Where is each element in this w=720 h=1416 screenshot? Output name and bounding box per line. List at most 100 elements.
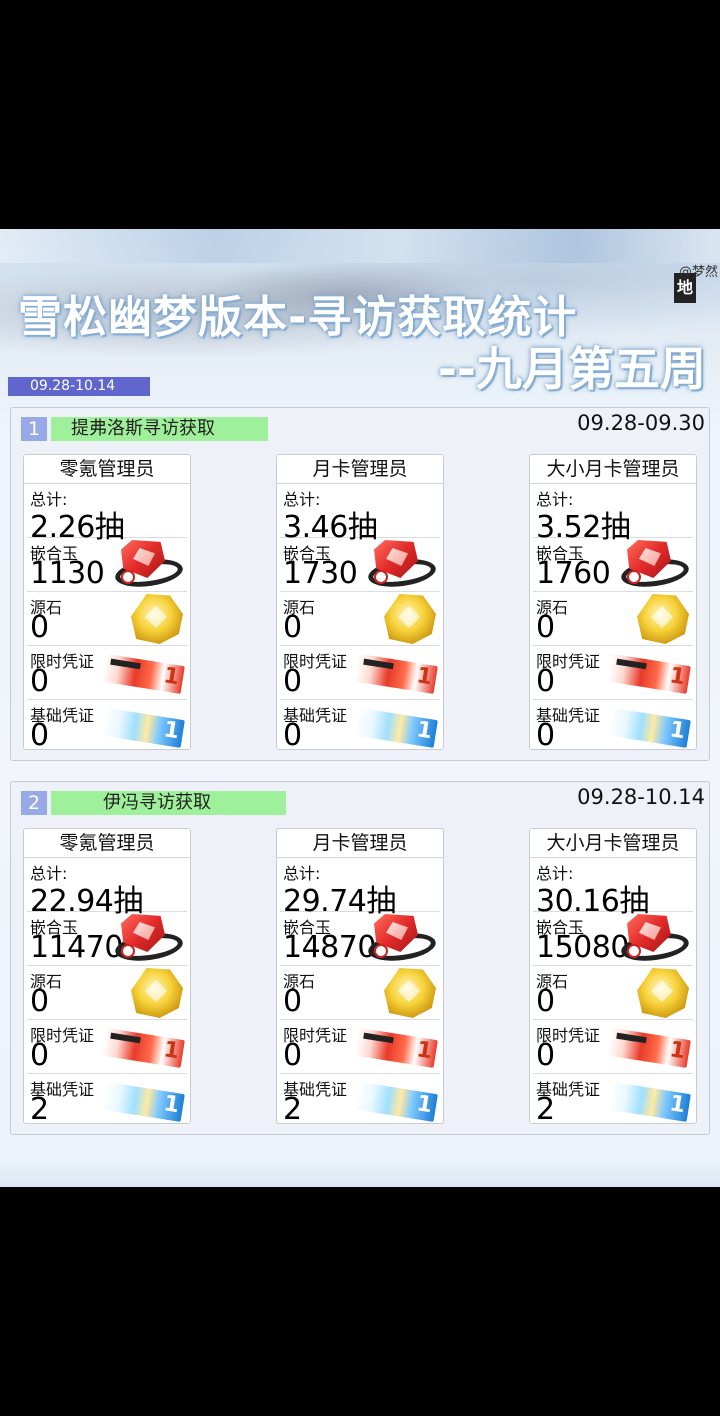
orundum-value: 1730 [283, 556, 358, 591]
account-column: 大小月卡管理员 总计: 30.16抽 嵌合玉 15080 源石 0 限时凭证 0 1 基础凭证 2 1 [529, 828, 697, 1127]
basic-voucher-row: 基础凭证 0 1 [533, 700, 693, 753]
limited-voucher-row: 限时凭证 0 1 [280, 1020, 440, 1074]
orundum-row: 嵌合玉 15080 [533, 912, 693, 966]
basic-voucher-icon: 1 [101, 704, 188, 754]
basic-voucher-value: 0 [30, 718, 49, 753]
total-row: 总计: 3.52抽 [533, 484, 693, 545]
column-title: 零氪管理员 [24, 829, 190, 858]
total-row: 总计: 2.26抽 [27, 484, 187, 545]
orundum-value: 15080 [536, 930, 629, 965]
originite-prime-icon [129, 968, 185, 1018]
basic-voucher-row: 基础凭证 2 1 [280, 1074, 440, 1127]
limited-voucher-row: 限时凭证 0 1 [280, 646, 440, 700]
section-title: 提弗洛斯寻访获取 [51, 417, 268, 441]
account-column: 月卡管理员 总计: 3.46抽 嵌合玉 1730 源石 0 限时凭证 0 1 基础凭证 0 1 [276, 454, 444, 753]
originite-row: 源石 0 [27, 966, 187, 1020]
orundum-icon [111, 540, 185, 591]
orundum-icon [617, 914, 691, 965]
basic-voucher-value: 0 [283, 718, 302, 753]
orundum-icon [364, 540, 438, 591]
orundum-row: 嵌合玉 14870 [280, 912, 440, 966]
limited-voucher-icon: 1 [607, 650, 694, 700]
orundum-value: 11470 [30, 930, 123, 965]
originite-row: 源石 0 [533, 966, 693, 1020]
banner-art-strip [0, 229, 720, 263]
limited-voucher-icon: 1 [354, 650, 441, 700]
basic-voucher-value: 2 [30, 1092, 49, 1127]
limited-voucher-value: 0 [536, 664, 555, 699]
basic-voucher-row: 基础凭证 0 1 [280, 700, 440, 753]
basic-voucher-icon: 1 [101, 1078, 188, 1128]
originite-value: 0 [283, 610, 302, 645]
section-1: 1 提弗洛斯寻访获取 09.28-09.30 零氪管理员 总计: 2.26抽 嵌合玉 1… [10, 407, 710, 761]
account-column: 月卡管理员 总计: 29.74抽 嵌合玉 14870 源石 0 限时凭证 0 1 基础凭证 2 1 [276, 828, 444, 1127]
limited-voucher-row: 限时凭证 0 1 [533, 646, 693, 700]
total-row: 总计: 22.94抽 [27, 858, 187, 919]
limited-voucher-value: 0 [283, 1038, 302, 1073]
orundum-row: 嵌合玉 1760 [533, 538, 693, 592]
originite-prime-icon [129, 594, 185, 644]
originite-value: 0 [536, 610, 555, 645]
limited-voucher-icon: 1 [607, 1024, 694, 1074]
account-column: 零氪管理员 总计: 22.94抽 嵌合玉 11470 源石 0 限时凭证 0 1 基础凭证 2 1 [23, 828, 191, 1127]
orundum-value: 14870 [283, 930, 376, 965]
column-title: 大小月卡管理员 [530, 829, 696, 858]
originite-prime-icon [635, 968, 691, 1018]
originite-prime-icon [635, 594, 691, 644]
orundum-row: 嵌合玉 1130 [27, 538, 187, 592]
originite-value: 0 [30, 984, 49, 1019]
basic-voucher-value: 2 [536, 1092, 555, 1127]
orundum-icon [111, 914, 185, 965]
limited-voucher-icon: 1 [101, 1024, 188, 1074]
total-row: 总计: 29.74抽 [280, 858, 440, 919]
limited-voucher-icon: 1 [101, 650, 188, 700]
column-title: 月卡管理员 [277, 455, 443, 484]
basic-voucher-value: 2 [283, 1092, 302, 1127]
limited-voucher-row: 限时凭证 0 1 [27, 646, 187, 700]
page-subtitle: --九月第五周 [437, 342, 706, 396]
originite-prime-icon [382, 594, 438, 644]
section-date: 09.28-10.14 [577, 785, 705, 809]
basic-voucher-row: 基础凭证 2 1 [27, 1074, 187, 1127]
limited-voucher-value: 0 [536, 1038, 555, 1073]
originite-value: 0 [536, 984, 555, 1019]
section-date: 09.28-09.30 [577, 411, 705, 435]
limited-voucher-value: 0 [283, 664, 302, 699]
orundum-row: 嵌合玉 1730 [280, 538, 440, 592]
orundum-icon [617, 540, 691, 591]
date-range-badge: 09.28-10.14 [8, 377, 150, 396]
section-number: 1 [21, 417, 47, 441]
total-row: 总计: 30.16抽 [533, 858, 693, 919]
originite-value: 0 [283, 984, 302, 1019]
originite-row: 源石 0 [533, 592, 693, 646]
section-title: 伊冯寻访获取 [51, 791, 286, 815]
infographic: 地 @梦然 雪松幽梦版本-寻访获取统计 --九月第五周 09.28-10.14 … [0, 229, 720, 1187]
account-column: 大小月卡管理员 总计: 3.52抽 嵌合玉 1760 源石 0 限时凭证 0 1 基础凭证 0 1 [529, 454, 697, 753]
orundum-value: 1760 [536, 556, 611, 591]
orundum-icon [364, 914, 438, 965]
basic-voucher-icon: 1 [607, 1078, 694, 1128]
limited-voucher-row: 限时凭证 0 1 [533, 1020, 693, 1074]
originite-row: 源石 0 [280, 592, 440, 646]
section-number: 2 [21, 791, 47, 815]
basic-voucher-icon: 1 [354, 1078, 441, 1128]
basic-voucher-icon: 1 [607, 704, 694, 754]
orundum-value: 1130 [30, 556, 105, 591]
limited-voucher-value: 0 [30, 1038, 49, 1073]
total-row: 总计: 3.46抽 [280, 484, 440, 545]
limited-voucher-row: 限时凭证 0 1 [27, 1020, 187, 1074]
limited-voucher-value: 0 [30, 664, 49, 699]
basic-voucher-row: 基础凭证 0 1 [27, 700, 187, 753]
bottom-strip [0, 1155, 720, 1187]
basic-voucher-icon: 1 [354, 704, 441, 754]
limited-voucher-icon: 1 [354, 1024, 441, 1074]
originite-value: 0 [30, 610, 49, 645]
watermark: @梦然 [678, 265, 718, 280]
basic-voucher-row: 基础凭证 2 1 [533, 1074, 693, 1127]
originite-row: 源石 0 [27, 592, 187, 646]
column-title: 零氪管理员 [24, 455, 190, 484]
originite-row: 源石 0 [280, 966, 440, 1020]
column-title: 大小月卡管理员 [530, 455, 696, 484]
account-column: 零氪管理员 总计: 2.26抽 嵌合玉 1130 源石 0 限时凭证 0 1 基础凭证 0 1 [23, 454, 191, 753]
basic-voucher-value: 0 [536, 718, 555, 753]
